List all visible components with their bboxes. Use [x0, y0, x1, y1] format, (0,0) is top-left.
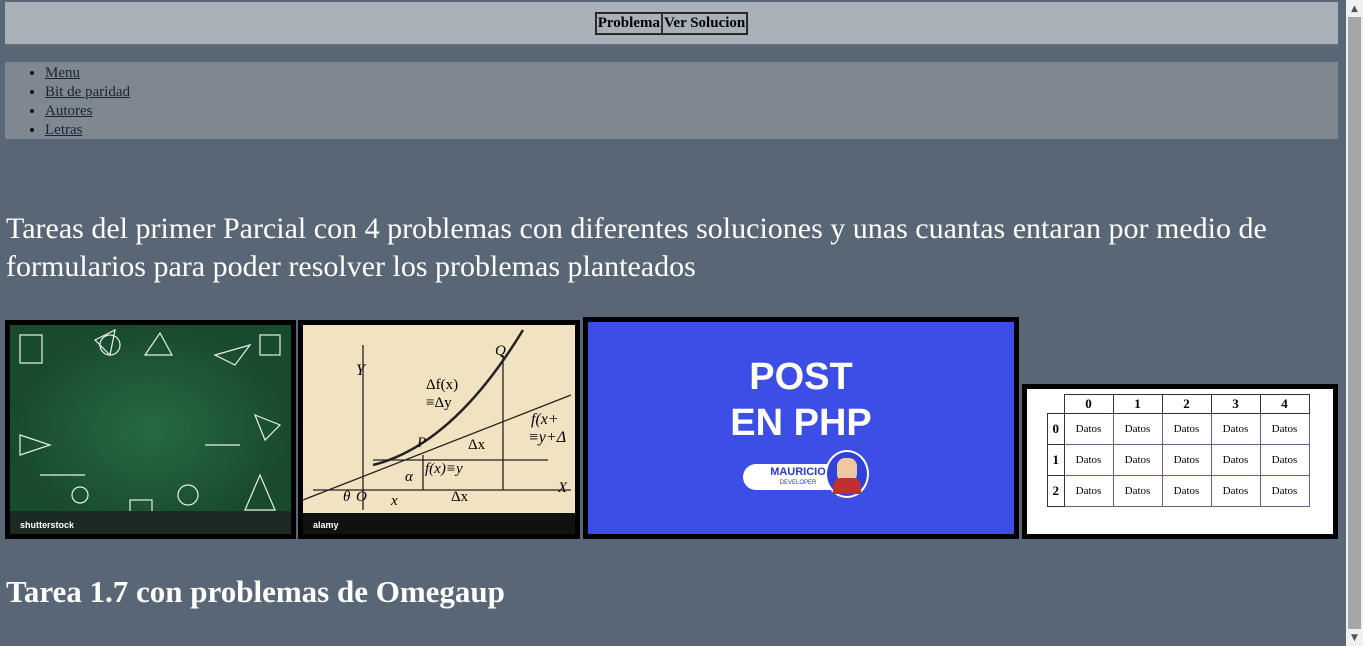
math-label-delta-x-upper: Δx	[468, 437, 486, 453]
row-header: 2	[1047, 475, 1065, 507]
chalkboard-image: shutterstock	[5, 320, 296, 539]
nav-item-menu: Menu	[45, 64, 1338, 83]
intro-text: Tareas del primer Parcial con 4 problema…	[6, 212, 1267, 283]
nav-item-autores: Autores	[45, 102, 1338, 121]
math-label-origin: O	[356, 489, 367, 505]
table-cell: Datos	[1161, 413, 1212, 445]
nav-menu: Menu Bit de paridad Autores Letras	[5, 62, 1338, 139]
nav-link-autores[interactable]: Autores	[45, 103, 93, 119]
top-button-group: Problema Ver Solucion	[594, 11, 749, 35]
math-label-fx-equiv-y: f(x)≡y	[425, 461, 463, 477]
table-header: 1	[1112, 394, 1163, 414]
math-label-delta-y: ≡Δy	[426, 395, 452, 411]
chalkboard-graphic	[10, 325, 291, 534]
php-title-line1: POST	[749, 356, 853, 398]
table-cell: Datos	[1112, 444, 1163, 476]
math-label-alpha: α	[405, 469, 413, 485]
data-table-image: 0 1 2 3 4 0 Datos Datos Datos Datos Dato…	[1022, 384, 1338, 539]
nav-item-letras: Letras	[45, 121, 1338, 140]
math-label-delta-x-lower: Δx	[451, 489, 469, 505]
nav-link-menu[interactable]: Menu	[45, 65, 80, 81]
table-cell: Datos	[1161, 444, 1212, 476]
vertical-scrollbar[interactable]: ▲ ▼	[1346, 0, 1363, 646]
avatar	[825, 450, 869, 498]
math-label-x-small: x	[391, 493, 398, 509]
alamy-watermark: alamy	[313, 520, 339, 530]
table-cell: Datos	[1063, 444, 1114, 476]
math-graph-image: Y Q Δf(x) ≡Δy f(x+ ≡y+Δ P Δx α f(x)≡y θ …	[298, 320, 580, 539]
view-solution-button[interactable]: Ver Solucion	[661, 12, 748, 34]
math-label-y: Y	[356, 362, 365, 379]
php-title-line2: EN PHP	[730, 402, 872, 444]
table-cell: Datos	[1210, 475, 1261, 507]
scroll-down-arrow-icon[interactable]: ▼	[1346, 629, 1363, 646]
table-header: 0	[1063, 394, 1114, 414]
php-post-image: POST EN PHP MAURICIO DEVELOPER	[583, 317, 1019, 539]
nav-item-bit-de-paridad: Bit de paridad	[45, 83, 1338, 102]
table-header: 2	[1161, 394, 1212, 414]
table-cell: Datos	[1210, 413, 1261, 445]
table-cell: Datos	[1112, 413, 1163, 445]
math-label-p: P	[417, 435, 427, 451]
section-heading: Tarea 1.7 con problemas de Omegaup	[6, 574, 505, 609]
scroll-up-arrow-icon[interactable]: ▲	[1346, 0, 1363, 17]
table-cell: Datos	[1210, 444, 1261, 476]
table-cell: Datos	[1063, 413, 1114, 445]
math-label-f-x-plus: f(x+	[531, 411, 559, 428]
nav-link-letras[interactable]: Letras	[45, 122, 82, 138]
datos-table: 0 1 2 3 4 0 Datos Datos Datos Datos Dato…	[1047, 394, 1310, 507]
table-cell: Datos	[1112, 475, 1163, 507]
math-label-theta: θ	[343, 489, 351, 505]
problem-button[interactable]: Problema	[595, 12, 662, 34]
table-cell: Datos	[1259, 475, 1310, 507]
row-header: 0	[1047, 413, 1065, 445]
shutterstock-watermark: shutterstock	[20, 520, 75, 530]
table-cell: Datos	[1259, 413, 1310, 445]
table-header: 3	[1210, 394, 1261, 414]
math-label-delta-f: Δf(x)	[426, 377, 459, 393]
top-bar: Problema Ver Solucion	[5, 2, 1338, 46]
math-label-y-plus: ≡y+Δ	[528, 429, 567, 446]
table-cell: Datos	[1063, 475, 1114, 507]
row-header: 1	[1047, 444, 1065, 476]
table-header: 4	[1259, 394, 1310, 414]
math-label-q: Q	[495, 343, 506, 359]
math-label-x-axis: X	[558, 480, 568, 496]
table-cell: Datos	[1161, 475, 1212, 507]
nav-link-bit-de-paridad[interactable]: Bit de paridad	[45, 84, 130, 100]
scroll-thumb[interactable]	[1348, 17, 1361, 629]
table-cell: Datos	[1259, 444, 1310, 476]
